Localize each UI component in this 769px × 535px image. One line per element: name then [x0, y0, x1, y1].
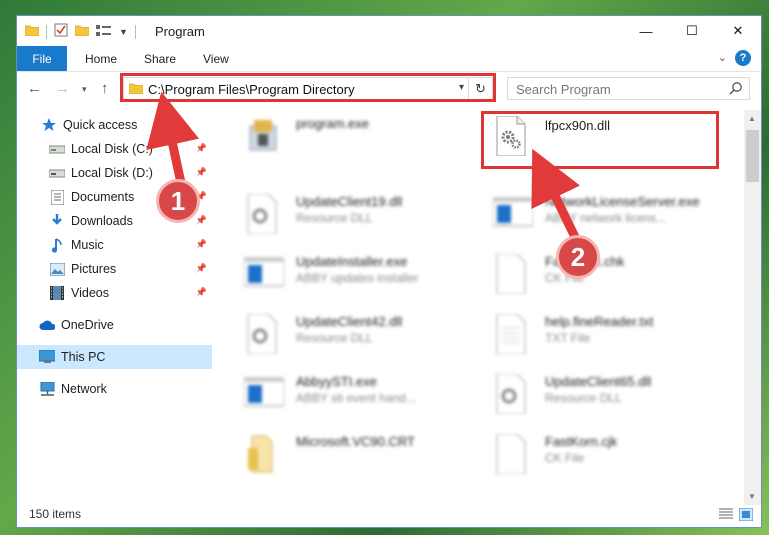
step2-arrow — [531, 148, 581, 239]
step2-badge: 2 — [556, 235, 600, 279]
annotation-arrows — [146, 91, 581, 239]
step1-arrow — [146, 91, 200, 184]
step1-badge: 1 — [156, 179, 200, 223]
